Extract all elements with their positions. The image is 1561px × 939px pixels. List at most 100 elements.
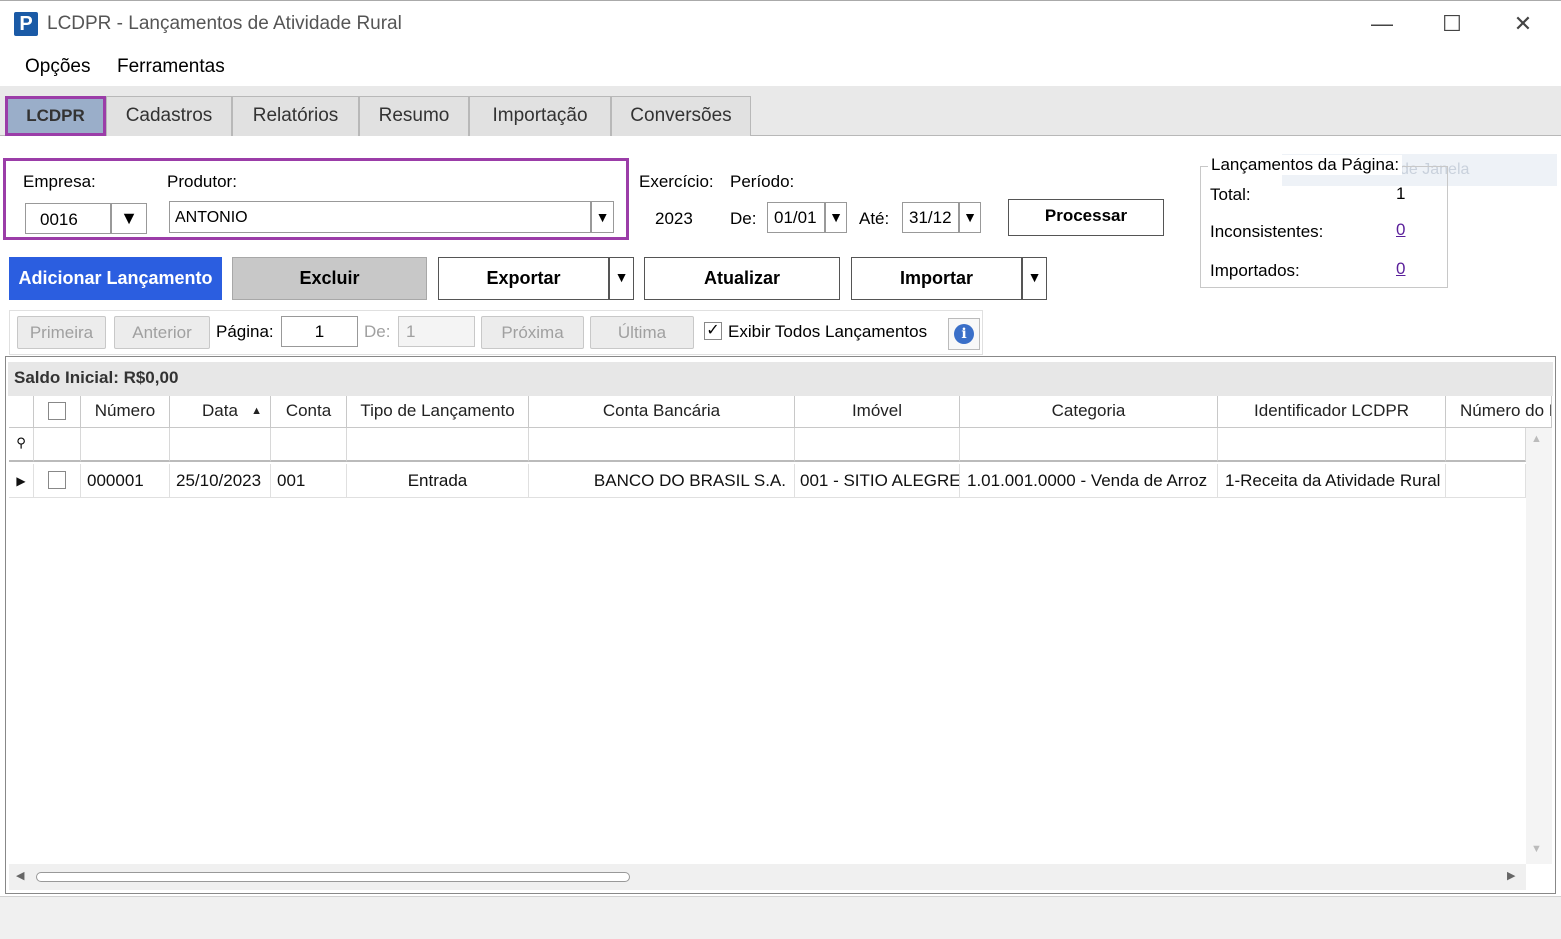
total-label: Total: (1210, 185, 1251, 204)
window-title: LCDPR - Lançamentos de Atividade Rural (47, 13, 402, 34)
anterior-button[interactable]: Anterior (114, 316, 210, 349)
info-icon: i (954, 324, 974, 344)
tab-cadastros[interactable]: Cadastros (106, 96, 232, 136)
cell-numero-doc[interactable] (1446, 464, 1526, 498)
row-checkbox-cell (34, 464, 81, 498)
cell-imovel[interactable]: 001 - SITIO ALEGRE (795, 464, 960, 498)
scroll-right-icon[interactable]: ▶ (1507, 869, 1515, 882)
atualizar-button[interactable]: Atualizar (644, 257, 840, 300)
cell-categoria[interactable]: 1.01.001.0000 - Venda de Arroz (960, 464, 1218, 498)
sort-ascending-icon: ▲ (251, 405, 262, 417)
excluir-button[interactable]: Excluir (232, 257, 427, 300)
exportar-dropdown-icon[interactable]: ▼ (609, 257, 634, 300)
produtor-select[interactable]: ANTONIO (169, 201, 591, 233)
horizontal-scroll-thumb[interactable] (36, 872, 630, 882)
cell-numero[interactable]: 000001 (81, 464, 170, 498)
row-expand-icon[interactable]: ▶ (9, 464, 34, 498)
column-header-tipo[interactable]: Tipo de Lançamento (347, 396, 529, 428)
periodo-de-label: De: (730, 209, 757, 228)
status-bar (0, 896, 1561, 939)
tab-importacao[interactable]: Importação (469, 96, 611, 136)
maximize-icon[interactable]: ☐ (1437, 10, 1467, 38)
importados-label: Importados: (1210, 261, 1300, 280)
primeira-button[interactable]: Primeira (17, 316, 106, 349)
importar-dropdown-icon[interactable]: ▼ (1022, 257, 1047, 300)
adicionar-lancamento-button[interactable]: Adicionar Lançamento (9, 257, 222, 300)
filter-cell[interactable] (529, 428, 795, 462)
column-header-numero-doc[interactable]: Número do D (1446, 396, 1552, 428)
menu-opcoes[interactable]: Opções (25, 56, 90, 78)
filter-pin-icon[interactable]: ⚲ (9, 428, 34, 462)
importados-link[interactable]: 0 (1396, 259, 1405, 279)
scroll-up-icon[interactable]: ▲ (1531, 433, 1542, 445)
tab-lcdpr[interactable]: LCDPR (5, 96, 106, 136)
periodo-de-dropdown-icon[interactable]: ▼ (825, 202, 847, 233)
cell-tipo[interactable]: Entrada (347, 464, 529, 498)
minimize-icon[interactable]: — (1367, 10, 1397, 38)
column-header-categoria[interactable]: Categoria (960, 396, 1218, 428)
cell-identificador[interactable]: 1-Receita da Atividade Rural (1218, 464, 1446, 498)
vertical-scrollbar[interactable] (1526, 428, 1552, 864)
pagina-input[interactable]: 1 (281, 316, 358, 347)
exibir-todos-checkbox[interactable]: ✓ (704, 322, 722, 340)
column-header-identificador[interactable]: Identificador LCDPR (1218, 396, 1446, 428)
row-indicator-header (9, 396, 34, 428)
filter-cell[interactable] (960, 428, 1218, 462)
ultima-button[interactable]: Última (590, 316, 694, 349)
scroll-left-icon[interactable]: ◀ (16, 869, 24, 882)
exportar-button[interactable]: Exportar (438, 257, 609, 300)
filter-cell[interactable] (170, 428, 271, 462)
exercicio-label: Exercício: (639, 172, 714, 191)
inconsistentes-link[interactable]: 0 (1396, 220, 1405, 240)
cell-data[interactable]: 25/10/2023 (170, 464, 271, 498)
column-header-data[interactable]: Data ▲ (170, 396, 271, 428)
exercicio-value: 2023 (655, 209, 693, 228)
inconsistentes-label: Inconsistentes: (1210, 222, 1324, 241)
filter-cell[interactable] (347, 428, 529, 462)
close-icon[interactable]: ✕ (1508, 10, 1538, 38)
filter-cell[interactable] (1218, 428, 1446, 462)
select-all-checkbox[interactable] (48, 402, 66, 420)
total-paginas-field: 1 (398, 316, 475, 347)
column-header-imovel[interactable]: Imóvel (795, 396, 960, 428)
pagina-label: Página: (216, 322, 274, 341)
periodo-de-field[interactable]: 01/01 (767, 202, 825, 233)
empresa-field[interactable]: 0016 (25, 203, 111, 234)
produtor-label: Produtor: (167, 172, 237, 191)
cell-conta[interactable]: 001 (271, 464, 347, 498)
periodo-ate-field[interactable]: 31/12 (902, 202, 959, 233)
produtor-dropdown-icon[interactable]: ▼ (591, 201, 614, 233)
filter-cell[interactable] (81, 428, 170, 462)
periodo-ate-label: Até: (859, 209, 890, 228)
scroll-down-icon[interactable]: ▼ (1531, 843, 1542, 855)
filter-cell[interactable] (271, 428, 347, 462)
proxima-button[interactable]: Próxima (481, 316, 584, 349)
tab-relatorios[interactable]: Relatórios (232, 96, 359, 136)
periodo-ate-dropdown-icon[interactable]: ▼ (959, 202, 981, 233)
saldo-inicial-caption: Saldo Inicial: R$0,00 (8, 362, 1553, 396)
row-checkbox[interactable] (48, 471, 66, 489)
info-button[interactable]: i (948, 318, 980, 350)
processar-button[interactable]: Processar (1008, 199, 1164, 236)
exibir-todos-label: Exibir Todos Lançamentos (728, 322, 928, 341)
importar-button[interactable]: Importar (851, 257, 1022, 300)
select-all-header (34, 396, 81, 428)
filter-cell[interactable] (34, 428, 81, 462)
column-header-conta[interactable]: Conta (271, 396, 347, 428)
group-title: Lançamentos da Página: (1208, 155, 1403, 175)
total-value: 1 (1396, 184, 1406, 203)
menu-bar (0, 48, 1561, 86)
filter-cell[interactable] (795, 428, 960, 462)
column-header-conta-bancaria[interactable]: Conta Bancária (529, 396, 795, 428)
column-header-numero[interactable]: Número (81, 396, 170, 428)
column-header-data-label: Data (202, 401, 238, 420)
tab-conversoes[interactable]: Conversões (611, 96, 751, 136)
menu-ferramentas[interactable]: Ferramentas (117, 56, 225, 78)
filter-cell[interactable] (1446, 428, 1526, 462)
empresa-dropdown-icon[interactable]: ▼ (111, 203, 147, 234)
empresa-label: Empresa: (23, 172, 96, 191)
tab-resumo[interactable]: Resumo (359, 96, 469, 136)
cell-conta-bancaria[interactable]: BANCO DO BRASIL S.A. (529, 464, 795, 498)
de-label: De: (364, 322, 391, 341)
periodo-label: Período: (730, 172, 795, 191)
